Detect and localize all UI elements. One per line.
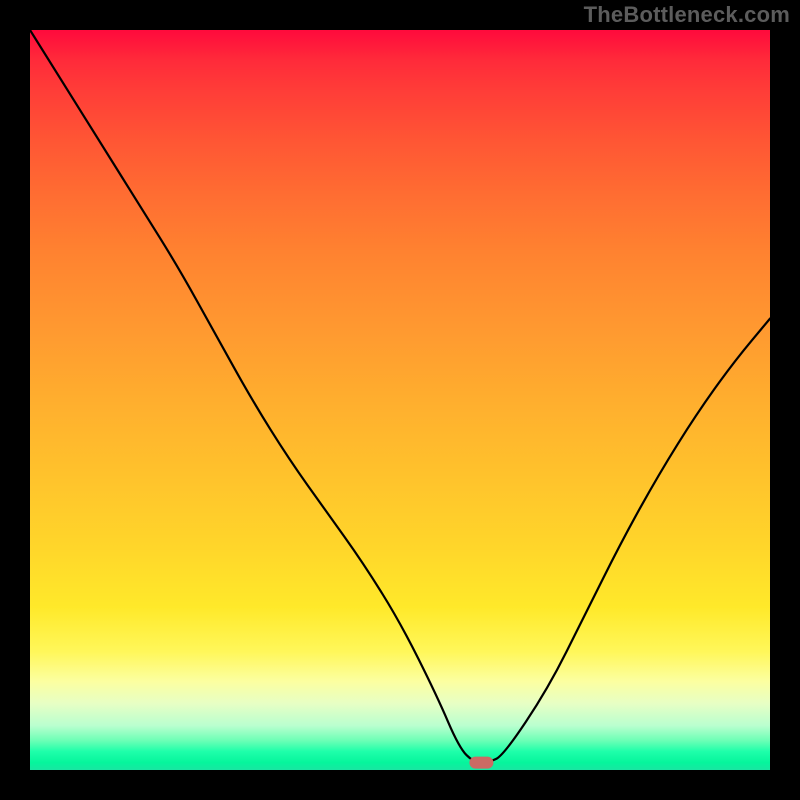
optimal-marker bbox=[469, 757, 493, 769]
plot-area bbox=[30, 30, 770, 770]
bottleneck-curve bbox=[30, 30, 770, 763]
curve-svg bbox=[30, 30, 770, 770]
watermark-text: TheBottleneck.com bbox=[584, 2, 790, 28]
chart-frame: TheBottleneck.com bbox=[0, 0, 800, 800]
